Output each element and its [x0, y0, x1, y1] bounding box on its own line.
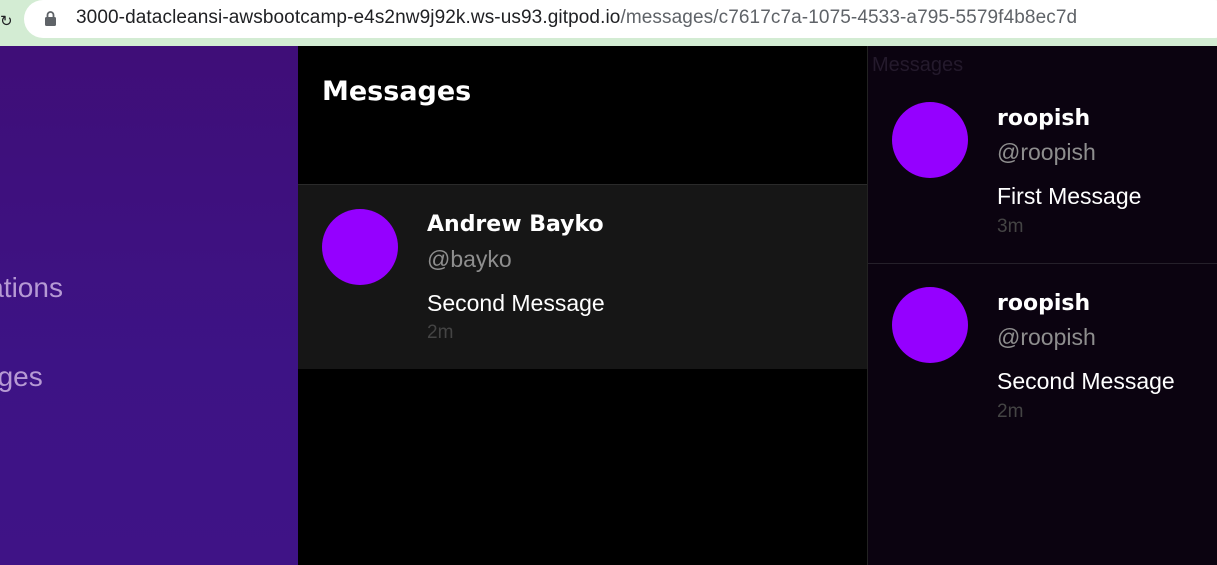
- message-group-item[interactable]: Andrew Bayko @bayko Second Message 2m: [298, 185, 867, 369]
- message-text: Second Message: [997, 368, 1175, 394]
- sidebar-item-messages[interactable]: ssages: [0, 361, 43, 393]
- panel-heading: Messages: [872, 54, 964, 76]
- message-thread-panel: Messages roopish @roopish First Message …: [867, 46, 1217, 565]
- display-name: roopish: [997, 106, 1091, 131]
- url-host: 3000-datacleansi-awsbootcamp-e4s2nw9j92k…: [76, 7, 621, 28]
- sidebar-item-notifications[interactable]: ifications: [0, 272, 63, 304]
- display-name: Andrew Bayko: [427, 212, 604, 237]
- lock-icon[interactable]: [44, 11, 57, 26]
- timestamp: 2m: [997, 401, 1024, 422]
- url-text[interactable]: 3000-datacleansi-awsbootcamp-e4s2nw9j92k…: [76, 7, 1077, 29]
- message-groups-feed: Messages Andrew Bayko @bayko Second Mess…: [298, 46, 867, 565]
- handle: @roopish: [997, 139, 1096, 165]
- reload-icon[interactable]: ↻: [0, 14, 14, 29]
- timestamp: 3m: [997, 216, 1024, 237]
- avatar[interactable]: [322, 209, 398, 285]
- sidebar-nav: me ifications ssages file re: [0, 46, 298, 565]
- handle: @bayko: [427, 246, 512, 272]
- divider: [868, 263, 1217, 264]
- url-path: /messages/c7617c7a-1075-4533-a795-5579f4…: [620, 7, 1078, 28]
- message-text: First Message: [997, 183, 1142, 209]
- avatar[interactable]: [892, 102, 968, 178]
- handle: @roopish: [997, 324, 1096, 350]
- timestamp: 2m: [427, 322, 454, 343]
- display-name: roopish: [997, 291, 1091, 316]
- avatar[interactable]: [892, 287, 968, 363]
- page-title: Messages: [322, 76, 472, 107]
- browser-address-bar: ↻ 3000-datacleansi-awsbootcamp-e4s2nw9j9…: [0, 0, 1217, 46]
- message-preview: Second Message: [427, 290, 605, 316]
